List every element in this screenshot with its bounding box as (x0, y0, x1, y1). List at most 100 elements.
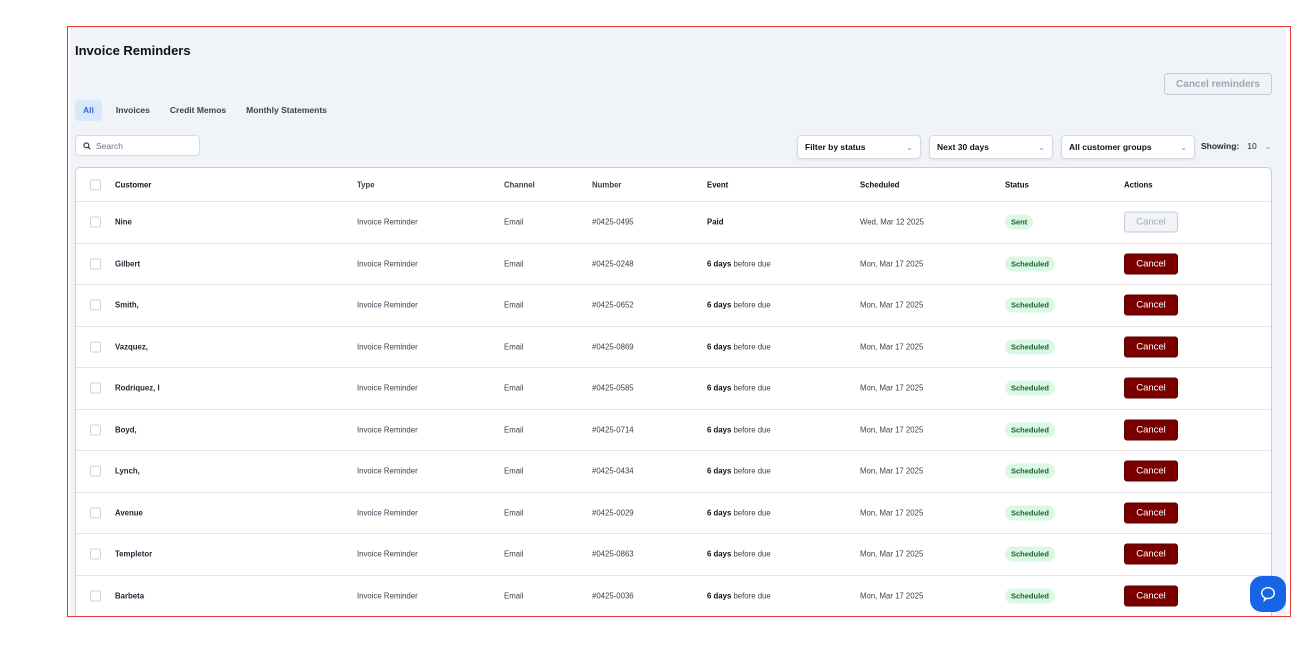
date-range-value: Next 30 days (937, 142, 989, 152)
cancel-button[interactable]: Cancel (1124, 294, 1178, 316)
status-badge: Scheduled (1005, 505, 1055, 521)
row-checkbox[interactable] (90, 465, 101, 477)
document-number[interactable]: #0425-0495 (592, 218, 634, 227)
scheduled-date: Mon, Mar 17 2025 (860, 259, 924, 269)
event-bold: 6 days (707, 300, 732, 310)
cancel-reminders-button[interactable]: Cancel reminders (1164, 73, 1272, 95)
chat-button[interactable] (1250, 576, 1286, 612)
status-badge: Scheduled (1005, 463, 1055, 479)
customer-name[interactable]: Rodriquez, I (115, 384, 160, 393)
customer-name[interactable]: Smith, (115, 301, 139, 310)
document-number[interactable]: #0425-0029 (592, 508, 634, 517)
event-bold: 6 days (707, 259, 732, 269)
tab-credit-memos[interactable]: Credit Memos (160, 100, 236, 121)
scheduled-date: Mon, Mar 17 2025 (860, 591, 924, 601)
reminder-type: Invoice Reminder (357, 591, 418, 601)
header-channel[interactable]: Channel (504, 180, 535, 189)
tab-invoices[interactable]: Invoices (106, 100, 160, 121)
page-content: Invoice Reminders Cancel reminders All I… (70, 27, 1286, 617)
header-scheduled[interactable]: Scheduled (860, 180, 899, 189)
table-row: Boyd, Invoice Reminder Email #0425-0714 6 da… (76, 410, 1271, 451)
page-size-selector[interactable]: Showing: 10 ⌄ (1201, 141, 1271, 151)
reminder-type: Invoice Reminder (357, 425, 418, 435)
document-number[interactable]: #0425-0714 (592, 425, 634, 434)
channel: Email (504, 300, 524, 310)
row-checkbox[interactable] (90, 216, 101, 228)
row-checkbox[interactable] (90, 382, 101, 394)
cancel-button[interactable]: Cancel (1124, 377, 1178, 399)
document-number[interactable]: #0425-0434 (592, 467, 634, 476)
customer-name[interactable]: Templetor (115, 550, 152, 559)
header-type[interactable]: Type (357, 180, 375, 189)
document-number[interactable]: #0425-0652 (592, 301, 634, 310)
row-checkbox[interactable] (90, 341, 101, 353)
document-number[interactable]: #0425-0585 (592, 384, 634, 393)
reminder-type: Invoice Reminder (357, 300, 418, 310)
table-row: Vazquez, Invoice Reminder Email #0425-0869 6… (76, 327, 1271, 368)
event-bold: 6 days (707, 508, 732, 518)
date-range-dropdown[interactable]: Next 30 days ⌄ (929, 135, 1053, 159)
customer-groups-dropdown[interactable]: All customer groups ⌄ (1061, 135, 1195, 159)
row-checkbox[interactable] (90, 424, 101, 436)
scheduled-date: Wed, Mar 12 2025 (860, 217, 925, 227)
event-bold: 6 days (707, 466, 732, 476)
header-number[interactable]: Number (592, 180, 621, 189)
app-frame: Invoice Reminders Cancel reminders All I… (67, 26, 1291, 617)
cancel-button[interactable]: Cancel (1124, 585, 1178, 607)
event-bold: Paid (707, 217, 724, 227)
event: Paid (707, 218, 723, 227)
cancel-button[interactable]: Cancel (1124, 211, 1178, 233)
event: 6 days before due (707, 301, 771, 310)
customer-name[interactable]: Vazquez, (115, 342, 148, 351)
cancel-button[interactable]: Cancel (1124, 253, 1178, 275)
cancel-button[interactable]: Cancel (1124, 419, 1178, 441)
event: 6 days before due (707, 384, 771, 393)
header-status[interactable]: Status (1005, 180, 1029, 189)
document-number[interactable]: #0425-0863 (592, 550, 634, 559)
channel: Email (504, 549, 524, 559)
table-row: Nine Invoice Reminder Email #0425-0495 Paid W… (76, 202, 1271, 244)
header-event[interactable]: Event (707, 180, 728, 189)
status-badge: Scheduled (1005, 380, 1055, 396)
channel: Email (504, 342, 524, 352)
row-checkbox[interactable] (90, 548, 101, 560)
customer-name[interactable]: Nine (115, 218, 132, 227)
channel: Email (504, 425, 524, 435)
chevron-down-icon: ⌄ (1180, 142, 1187, 152)
status-badge: Scheduled (1005, 422, 1055, 438)
tab-monthly-statements[interactable]: Monthly Statements (236, 100, 337, 121)
customer-name[interactable]: Barbeta (115, 591, 144, 600)
row-checkbox[interactable] (90, 590, 101, 602)
customer-name[interactable]: Avenue (115, 508, 143, 517)
event-rest: before due (731, 259, 771, 269)
document-number[interactable]: #0425-0248 (592, 259, 634, 268)
document-number[interactable]: #0425-0869 (592, 342, 634, 351)
event: 6 days before due (707, 508, 771, 517)
tab-all[interactable]: All (75, 100, 102, 121)
customer-name[interactable]: Lynch, (115, 467, 140, 476)
channel: Email (504, 508, 524, 518)
reminder-type: Invoice Reminder (357, 466, 418, 476)
cancel-button[interactable]: Cancel (1124, 502, 1178, 524)
event: 6 days before due (707, 591, 771, 600)
cancel-button[interactable]: Cancel (1124, 543, 1178, 565)
reminder-type: Invoice Reminder (357, 217, 418, 227)
header-customer[interactable]: Customer (115, 180, 151, 189)
channel: Email (504, 259, 524, 269)
select-all-checkbox[interactable] (90, 179, 101, 190)
cancel-button[interactable]: Cancel (1124, 336, 1178, 358)
row-checkbox[interactable] (90, 507, 101, 519)
row-checkbox[interactable] (90, 299, 101, 311)
table-row: Rodriquez, I Invoice Reminder Email #0425-0… (76, 368, 1271, 410)
table-row: Barbeta Invoice Reminder Email #0425-0036 6 … (76, 576, 1271, 617)
customer-name[interactable]: Boyd, (115, 425, 137, 434)
cancel-button[interactable]: Cancel (1124, 460, 1178, 482)
reminders-table: Customer Type Channel Number Event Sched… (75, 167, 1272, 617)
row-checkbox[interactable] (90, 258, 101, 270)
search-input[interactable]: Search (75, 135, 200, 156)
status-filter-dropdown[interactable]: Filter by status ⌄ (797, 135, 921, 159)
scheduled-date: Mon, Mar 17 2025 (860, 549, 924, 559)
customer-name[interactable]: Gilbert (115, 259, 140, 268)
document-number[interactable]: #0425-0036 (592, 591, 634, 600)
channel: Email (504, 217, 524, 227)
